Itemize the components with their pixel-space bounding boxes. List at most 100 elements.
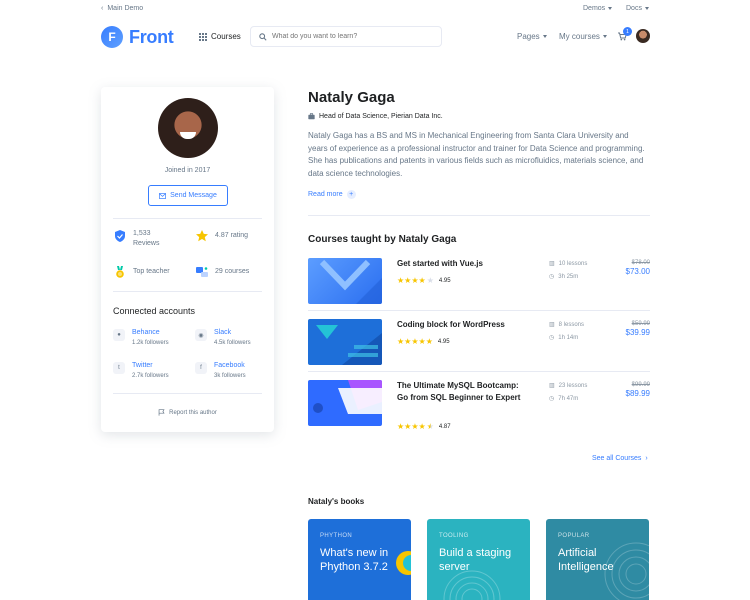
connected-accounts-title: Connected accounts (113, 306, 196, 316)
search-icon (259, 32, 267, 41)
book-category: PHYTHON (320, 533, 353, 539)
reviews-count: 1,533 (133, 230, 151, 237)
read-more-link[interactable]: Read more + (308, 190, 356, 199)
dribbble-icon: ◉ (195, 329, 207, 341)
courses-menu-button[interactable]: Courses (199, 32, 241, 41)
course-item[interactable]: Coding block for WordPress ★★★★★ 4.95 ▥ 8… (308, 319, 650, 367)
plus-icon: + (346, 190, 356, 199)
star-half-icon: ★ (426, 422, 434, 431)
book-icon (196, 267, 208, 277)
book-card[interactable]: POPULAR Artificial Intelligence (546, 519, 649, 600)
logo-mark: F (101, 26, 123, 48)
account-name: Twitter (132, 362, 153, 369)
book-category: TOOLING (439, 533, 469, 539)
account-behance[interactable]: ● Behance 1.2k followers (113, 328, 169, 348)
report-author-link[interactable]: Report this author (101, 409, 274, 416)
top-bar: ‹ Main Demo Demos Docs (0, 0, 750, 18)
duration-label: 7h 47m (558, 395, 579, 402)
demos-dropdown[interactable]: Demos (583, 5, 613, 12)
search-box (250, 26, 442, 47)
rating-value: 4.95 (438, 277, 451, 284)
clock-icon: ◷ (549, 396, 555, 402)
account-twitter[interactable]: t Twitter 2.7k followers (113, 361, 169, 381)
old-price: $59.99 (631, 321, 650, 327)
course-title[interactable]: Coding block for WordPress (397, 319, 527, 331)
books-section-title: Nataly's books (308, 497, 365, 506)
book-category: POPULAR (558, 533, 590, 539)
lessons-label: 23 lessons (558, 382, 588, 389)
course-item[interactable]: The Ultimate MySQL Bootcamp: Go from SQL… (308, 380, 650, 436)
docs-dropdown[interactable]: Docs (626, 5, 649, 12)
course-lessons: ▥ 10 lessons (549, 260, 587, 268)
course-rating: ★★★★★ 4.95 (397, 337, 450, 346)
pages-dropdown[interactable]: Pages (517, 32, 547, 41)
rating-value: 4.95 (437, 338, 450, 345)
author-name: Nataly Gaga (308, 89, 395, 106)
my-courses-label: My courses (559, 32, 600, 41)
course-thumbnail (308, 258, 382, 304)
book-title: Artificial Intelligence (558, 547, 614, 573)
facebook-icon: f (195, 362, 207, 374)
account-name: Behance (132, 329, 160, 336)
main-demo-link[interactable]: ‹ Main Demo (101, 5, 143, 12)
top-teacher-label: Top teacher (133, 268, 170, 275)
course-lessons: ▥ 8 lessons (549, 321, 584, 329)
clock-icon: ◷ (549, 335, 555, 341)
lessons-icon: ▥ (549, 261, 555, 267)
lessons-icon: ▥ (549, 383, 555, 389)
old-price: $99.99 (631, 382, 650, 388)
book-card[interactable]: PHYTHON What's new in Phython 3.7.2 (308, 519, 411, 600)
my-courses-dropdown[interactable]: My courses (559, 32, 607, 41)
duration-label: 3h 25m (558, 273, 579, 280)
read-more-label: Read more (308, 191, 343, 198)
see-all-courses-link[interactable]: See all Courses › (592, 455, 648, 462)
book-card[interactable]: TOOLING Build a staging server (427, 519, 530, 600)
price: $89.99 (625, 389, 650, 398)
report-author-label: Report this author (169, 409, 217, 416)
duration-label: 1h 14m (558, 334, 579, 341)
chevron-down-icon (644, 7, 649, 10)
account-name: Slack (214, 329, 232, 336)
send-message-button[interactable]: Send Message (148, 185, 228, 206)
lessons-icon: ▥ (549, 322, 555, 328)
send-message-label: Send Message (170, 192, 217, 199)
twitter-icon: t (113, 362, 125, 374)
flag-icon (158, 409, 165, 416)
demos-label: Demos (583, 5, 606, 12)
courses-count: 29 courses (215, 268, 250, 275)
reviews-label: Reviews (133, 240, 160, 247)
main-demo-label: Main Demo (107, 5, 144, 12)
logo-text: Front (129, 26, 174, 47)
front-logo[interactable]: F Front (101, 26, 174, 48)
price: $39.99 (625, 328, 650, 337)
courses-section-title: Courses taught by Nataly Gaga (308, 234, 457, 245)
search-input[interactable] (272, 33, 432, 40)
user-avatar[interactable] (636, 29, 650, 43)
divider (308, 215, 650, 216)
docs-label: Docs (626, 5, 642, 12)
divider (113, 393, 262, 394)
old-price: $78.00 (631, 260, 650, 266)
author-role-label: Head of Data Science, Pierian Data Inc. (319, 113, 443, 120)
chevron-down-icon (608, 7, 613, 10)
course-title[interactable]: The Ultimate MySQL Bootcamp: Go from SQL… (397, 380, 527, 404)
account-slack[interactable]: ◉ Slack 4.5k followers (195, 328, 251, 348)
course-item[interactable]: Get started with Vue.js ★★★★ ★ 4.95 ▥ 10 l… (308, 258, 650, 306)
clock-icon: ◷ (549, 274, 555, 280)
author-bio: Nataly Gaga has a BS and MS in Mechanica… (308, 131, 645, 179)
cart-count-badge: 1 (623, 27, 632, 36)
course-rating: ★★★★ ★ 4.87 (397, 422, 451, 431)
divider (308, 310, 650, 311)
rating-value: 4.87 rating (215, 232, 249, 239)
course-title[interactable]: Get started with Vue.js (397, 258, 527, 270)
briefcase-icon (308, 113, 315, 120)
course-rating: ★★★★★ 4.95 (397, 276, 451, 285)
chevron-down-icon (602, 35, 607, 38)
divider (113, 291, 262, 292)
pages-label: Pages (517, 32, 540, 41)
course-duration: ◷ 7h 47m (549, 395, 579, 403)
account-facebook[interactable]: f Facebook 3k followers (195, 361, 246, 381)
book-title: What's new in Phython 3.7.2 (320, 547, 389, 573)
joined-date: Joined in 2017 (164, 167, 211, 174)
medal-icon (116, 266, 124, 278)
